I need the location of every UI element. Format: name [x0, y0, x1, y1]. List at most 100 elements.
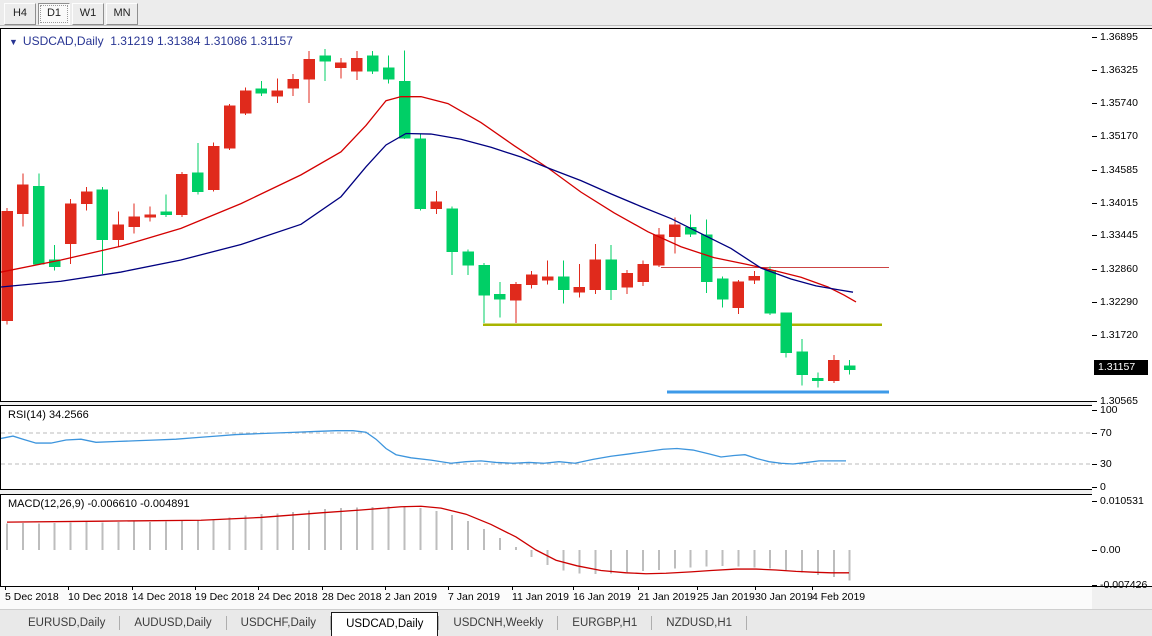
timeframe-button-d1[interactable]: D1 [38, 3, 70, 25]
candle-body[interactable] [224, 106, 235, 149]
candle-body[interactable] [17, 185, 28, 214]
chart-tab-usdchf[interactable]: USDCHF,Daily [227, 612, 330, 634]
candle-body[interactable] [590, 260, 601, 290]
candle-body[interactable] [351, 58, 362, 71]
candle-body[interactable] [415, 139, 426, 209]
price-tick: 1.32860 [1100, 263, 1138, 275]
candle-body[interactable] [844, 366, 855, 370]
candle-body[interactable] [479, 265, 490, 295]
candle-body[interactable] [431, 202, 442, 209]
candle-body[interactable] [622, 273, 633, 287]
date-label: 30 Jan 2019 [755, 591, 813, 603]
macd-tick: 0.010531 [1100, 495, 1144, 507]
date-label: 7 Jan 2019 [448, 591, 500, 603]
candle-body[interactable] [2, 211, 13, 321]
candle-body[interactable] [129, 217, 140, 227]
chart-dropdown-icon[interactable]: ▼ [9, 37, 18, 47]
candle-body[interactable] [97, 190, 108, 240]
candle-body[interactable] [192, 173, 203, 192]
candle-body[interactable] [828, 360, 839, 381]
macd-panel[interactable]: MACD(12,26,9) -0.006610 -0.004891 [0, 494, 1093, 587]
price-tick: 1.36325 [1100, 64, 1138, 76]
candle-body[interactable] [176, 174, 187, 214]
candle-body[interactable] [399, 81, 410, 138]
rsi-tick: 70 [1100, 427, 1112, 439]
ma-slow-line [1, 133, 853, 292]
timeframe-button-w1[interactable]: W1 [72, 3, 104, 25]
candle-body[interactable] [304, 59, 315, 79]
chart-tab-eurusd[interactable]: EURUSD,Daily [14, 612, 119, 634]
candle-body[interactable] [510, 284, 521, 300]
date-label: 4 Feb 2019 [812, 591, 865, 603]
candle-body[interactable] [542, 277, 553, 280]
main-chart-panel[interactable]: ▼USDCAD,Daily 1.31219 1.31384 1.31086 1.… [0, 28, 1093, 402]
rsi-tick: 30 [1100, 458, 1112, 470]
candle-body[interactable] [717, 279, 728, 299]
price-tick: 1.31720 [1100, 329, 1138, 341]
candle-body[interactable] [208, 146, 219, 190]
price-tick: 1.34585 [1100, 164, 1138, 176]
candle-body[interactable] [335, 63, 346, 68]
candle-body[interactable] [65, 204, 76, 244]
candle-body[interactable] [494, 294, 505, 299]
chart-tab-audusd[interactable]: AUDUSD,Daily [120, 612, 225, 634]
candle-body[interactable] [367, 56, 378, 72]
candle-body[interactable] [669, 225, 680, 237]
candle-body[interactable] [81, 192, 92, 204]
date-label: 28 Dec 2018 [322, 591, 382, 603]
candle-body[interactable] [558, 277, 569, 290]
candle-body[interactable] [256, 89, 267, 94]
date-label: 10 Dec 2018 [68, 591, 128, 603]
candle-body[interactable] [574, 287, 585, 292]
timeframe-button-h4[interactable]: H4 [4, 3, 36, 25]
candle-body[interactable] [320, 56, 331, 61]
chart-tab-eurgbp[interactable]: EURGBP,H1 [558, 612, 651, 634]
rsi-line [1, 431, 846, 464]
timeframe-toolbar: H4D1W1MN [0, 0, 1152, 26]
candle-body[interactable] [447, 209, 458, 252]
candle-body[interactable] [653, 235, 664, 265]
candle-body[interactable] [606, 260, 617, 290]
date-label: 14 Dec 2018 [132, 591, 192, 603]
price-tick: 1.36895 [1100, 31, 1138, 43]
chart-tab-bar: EURUSD,DailyAUDUSD,DailyUSDCHF,DailyUSDC… [0, 609, 1152, 636]
candle-body[interactable] [781, 313, 792, 353]
candle-body[interactable] [288, 79, 299, 88]
candle-body[interactable] [526, 275, 537, 285]
candle-body[interactable] [797, 352, 808, 375]
chart-tab-nzdusd[interactable]: NZDUSD,H1 [652, 612, 746, 634]
candlestick-chart[interactable] [1, 29, 1092, 401]
candles [2, 49, 856, 388]
chart-tab-usdcad[interactable]: USDCAD,Daily [331, 612, 438, 636]
candle-body[interactable] [749, 276, 760, 280]
candle-body[interactable] [113, 225, 124, 240]
candle-body[interactable] [765, 270, 776, 313]
price-axis[interactable]: 1.368951.363251.357401.351701.345851.340… [1092, 28, 1152, 587]
candle-body[interactable] [733, 282, 744, 308]
candle-body[interactable] [161, 212, 172, 215]
chart-tab-usdcnh[interactable]: USDCNH,Weekly [439, 612, 557, 634]
date-axis[interactable]: 5 Dec 2018 10 Dec 2018 14 Dec 201819 Dec 2… [0, 587, 1092, 609]
candle-body[interactable] [701, 235, 712, 282]
date-label: 5 Dec 2018 [5, 591, 59, 603]
price-tick: 1.35740 [1100, 97, 1138, 109]
candle-body[interactable] [383, 68, 394, 80]
candle-body[interactable] [145, 215, 156, 218]
candle-body[interactable] [272, 91, 283, 96]
price-tick: 1.32290 [1100, 296, 1138, 308]
candle-body[interactable] [638, 264, 649, 282]
terminal-window: H4D1W1MN ▼USDCAD,Daily 1.31219 1.31384 1… [0, 0, 1152, 636]
rsi-panel[interactable]: RSI(14) 34.2566 [0, 405, 1093, 490]
candle-body[interactable] [463, 252, 474, 265]
rsi-chart[interactable] [1, 406, 1092, 489]
date-label: 19 Dec 2018 [195, 591, 255, 603]
macd-tick: 0.00 [1100, 544, 1120, 556]
current-price-badge: 1.31157 [1094, 360, 1148, 375]
timeframe-button-mn[interactable]: MN [106, 3, 138, 25]
date-label: 11 Jan 2019 [512, 591, 569, 603]
candle-body[interactable] [240, 91, 251, 113]
chart-symbol: USDCAD,Daily [23, 34, 104, 48]
date-label: 24 Dec 2018 [258, 591, 318, 603]
candle-body[interactable] [812, 378, 823, 380]
candle-body[interactable] [33, 186, 44, 264]
